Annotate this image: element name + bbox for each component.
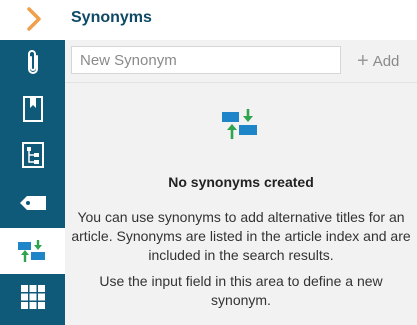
panel-title: Synonyms	[71, 9, 152, 26]
synonym-input-row: + Add	[65, 40, 417, 82]
synonyms-icon	[17, 239, 49, 263]
tool-attachments[interactable]	[0, 40, 65, 86]
empty-state-text: You can use synonyms to add alternative …	[71, 208, 411, 317]
tool-structure[interactable]	[0, 132, 65, 178]
panel-header: Synonyms	[65, 0, 417, 40]
tool-rail	[0, 0, 65, 325]
tree-structure-icon	[21, 141, 45, 169]
tool-bookmarks[interactable]	[0, 86, 65, 132]
empty-state-title: No synonyms created	[168, 174, 314, 190]
rail-header	[0, 0, 65, 40]
synonyms-panel: Synonyms + Add No synonyms created You c…	[65, 0, 417, 325]
tool-grid[interactable]	[0, 274, 65, 320]
divider	[65, 82, 417, 83]
chevron-right-icon[interactable]	[24, 6, 44, 32]
add-synonym-button[interactable]: + Add	[357, 51, 399, 71]
tag-icon	[18, 193, 48, 213]
synonyms-empty-icon	[221, 108, 261, 140]
new-synonym-input[interactable]	[71, 46, 341, 74]
empty-state-paragraph-2: Use the input field in this area to defi…	[99, 273, 383, 308]
grid-icon	[20, 284, 46, 310]
add-label: Add	[372, 52, 400, 70]
bookmark-icon	[21, 95, 45, 123]
tool-synonyms[interactable]	[0, 228, 65, 274]
paperclip-icon	[22, 48, 44, 78]
plus-icon: +	[357, 50, 369, 72]
tool-tags[interactable]	[0, 180, 65, 226]
empty-state-paragraph-1: You can use synonyms to add alternative …	[71, 209, 411, 263]
